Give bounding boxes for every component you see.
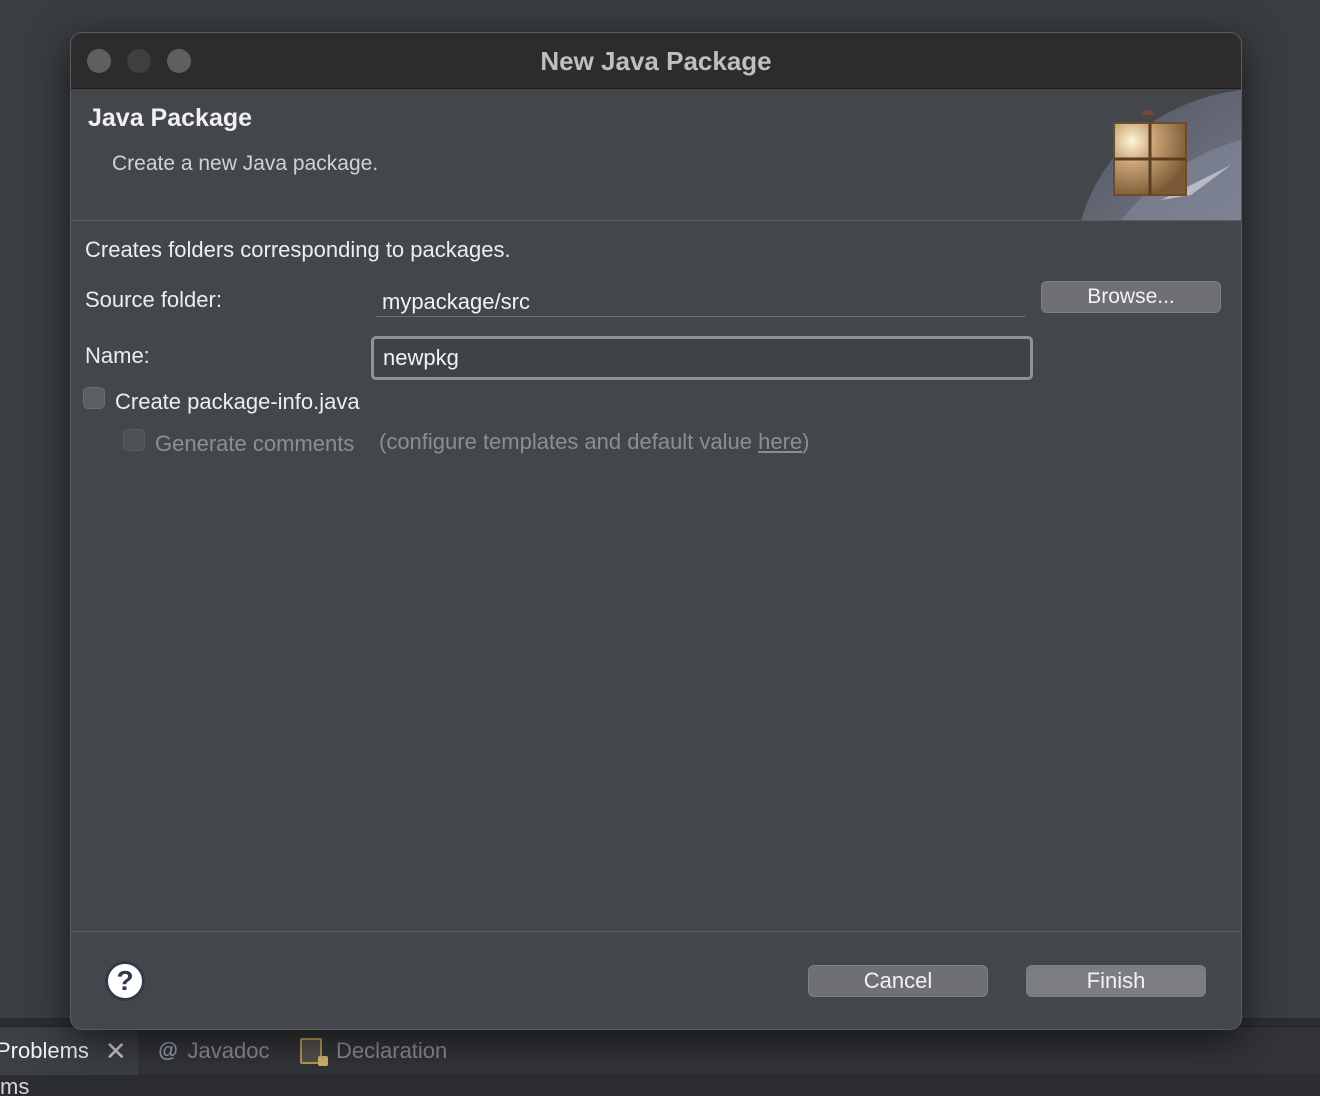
wizard-banner: Java Package Create a new Java package. <box>71 90 1241 221</box>
configure-templates-link[interactable]: here <box>758 429 802 454</box>
finish-button[interactable]: Finish <box>1026 965 1206 997</box>
desktop: Problems ✕ @ Javadoc Declaration ms New … <box>0 0 1320 1096</box>
tab-problems[interactable]: Problems ✕ <box>0 1027 138 1075</box>
browse-button[interactable]: Browse... <box>1041 281 1221 313</box>
problems-view-partial-text: ms <box>0 1074 30 1096</box>
tab-problems-label: Problems <box>0 1038 89 1063</box>
source-folder-field[interactable]: mypackage/src <box>376 285 1026 317</box>
generate-comments-checkbox[interactable] <box>123 429 145 451</box>
create-package-info-label[interactable]: Create package-info.java <box>115 389 360 415</box>
generate-comments-label: Generate comments <box>155 431 355 456</box>
title-bar: New Java Package <box>71 33 1241 89</box>
tab-javadoc[interactable]: @ Javadoc <box>158 1027 269 1075</box>
package-icon <box>1081 90 1241 220</box>
bottom-tab-bar: Problems ✕ @ Javadoc Declaration <box>0 1026 1320 1075</box>
configure-templates-hint: (configure templates and default value h… <box>379 429 810 455</box>
close-icon[interactable]: ✕ <box>105 1036 127 1067</box>
javadoc-icon: @ <box>158 1039 178 1062</box>
info-text: Creates folders corresponding to package… <box>85 237 511 262</box>
name-label: Name: <box>85 343 150 368</box>
cancel-button[interactable]: Cancel <box>808 965 988 997</box>
tab-declaration-label: Declaration <box>336 1038 448 1063</box>
hint-prefix: (configure templates and default value <box>379 429 759 454</box>
banner-description: Create a new Java package. <box>112 152 379 175</box>
footer-divider <box>71 931 1241 932</box>
hint-suffix: ) <box>802 429 810 454</box>
tab-declaration[interactable]: Declaration <box>300 1027 447 1075</box>
name-input[interactable] <box>371 336 1033 380</box>
help-icon[interactable]: ? <box>105 961 145 1001</box>
banner-title: Java Package <box>88 104 253 132</box>
source-folder-label: Source folder: <box>85 287 222 312</box>
create-package-info-checkbox[interactable] <box>83 387 105 409</box>
tab-javadoc-label: Javadoc <box>187 1038 270 1063</box>
window-title: New Java Package <box>540 46 772 76</box>
declaration-icon <box>300 1038 328 1066</box>
new-java-package-dialog: New Java Package Java Package Create a n… <box>70 32 1242 1030</box>
